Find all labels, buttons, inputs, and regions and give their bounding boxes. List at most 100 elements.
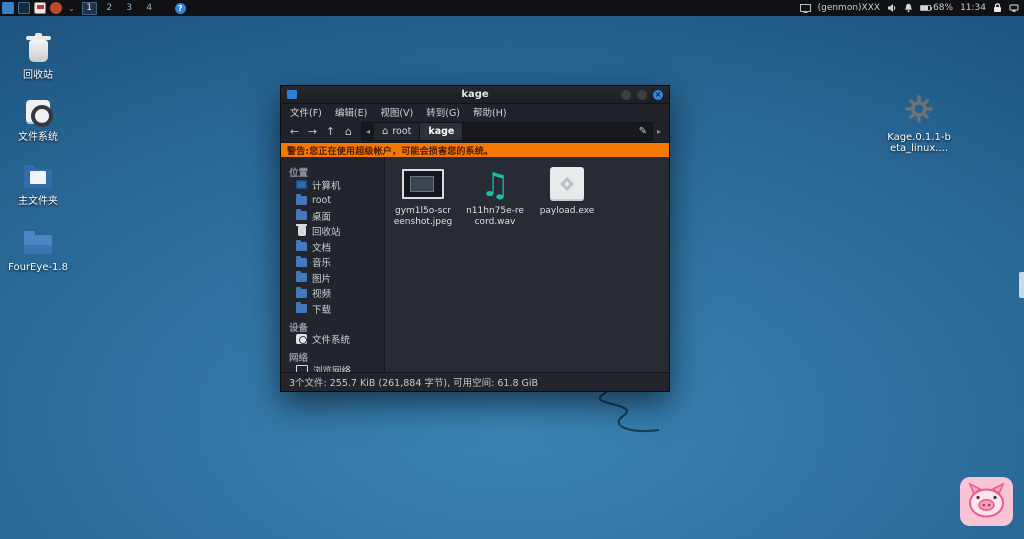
notification-bell-icon[interactable] — [904, 3, 913, 13]
sidebar-item-videos[interactable]: 视频 — [281, 286, 384, 302]
folder-icon — [296, 242, 307, 251]
clock[interactable]: 11:34 — [960, 3, 986, 13]
sidebar-item-root[interactable]: root — [281, 193, 384, 209]
volume-icon[interactable] — [887, 3, 897, 13]
trash-can-icon — [29, 30, 48, 62]
sidebar-section-network: 网络 — [281, 347, 384, 362]
desktop-icon-trash[interactable]: 回收站 — [5, 30, 71, 81]
sidebar-item-desktop[interactable]: 桌面 — [281, 208, 384, 224]
breadcrumb-overflow-icon[interactable]: ◂ — [362, 127, 374, 136]
sidebar-item-label: 图片 — [312, 271, 331, 285]
maximize-button[interactable] — [637, 90, 647, 100]
menu-file[interactable]: 文件(F) — [290, 105, 322, 119]
panel-launchers: ⌄ 1 2 3 4 ? — [0, 2, 186, 15]
battery-percent: 68% — [933, 3, 953, 13]
file-item-screenshot[interactable]: gym1l5o-screenshot.jpeg — [392, 164, 454, 227]
desktop-icon-foureye[interactable]: FourEye-1.8 — [5, 222, 71, 273]
folder-icon — [24, 222, 52, 254]
edit-path-icon[interactable]: ✎ — [634, 126, 652, 137]
battery-indicator[interactable]: 68% — [920, 3, 953, 13]
close-button[interactable]: × — [653, 90, 663, 100]
lock-icon[interactable] — [993, 3, 1002, 13]
sidebar-item-music[interactable]: 音乐 — [281, 255, 384, 271]
sidebar-item-label: 浏览网络 — [313, 363, 351, 372]
back-button[interactable]: ← — [286, 122, 303, 140]
folder-icon — [296, 304, 307, 313]
sidebar-section-devices: 设备 — [281, 317, 384, 332]
file-name: gym1l5o-screenshot.jpeg — [393, 206, 453, 227]
genmon-label: (genmon)XXX — [818, 3, 880, 13]
path-bar[interactable]: ◂ ⌂ root kage ✎ — [361, 122, 653, 141]
help-icon[interactable]: ? — [175, 3, 186, 14]
folder-icon — [296, 289, 307, 298]
sidebar-item-label: 回收站 — [312, 224, 341, 238]
file-manager-window: kage × 文件(F) 编辑(E) 视图(V) 转到(G) 帮助(H) ← →… — [280, 85, 670, 392]
desktop-icon-label: 回收站 — [23, 70, 53, 81]
file-item-payload[interactable]: payload.exe — [536, 164, 598, 217]
screen-edge-indicator — [1019, 272, 1024, 298]
menu-view[interactable]: 视图(V) — [380, 105, 413, 119]
up-button[interactable]: ↑ — [322, 122, 339, 140]
disk-drive-icon — [26, 92, 50, 124]
desktop-icon-label: Kage.0.1.1-beta_linux.... — [886, 132, 952, 154]
sidebar-item-downloads[interactable]: 下载 — [281, 301, 384, 317]
home-button[interactable]: ⌂ — [340, 122, 357, 140]
sidebar-item-trash[interactable]: 回收站 — [281, 224, 384, 240]
minimize-button[interactable] — [621, 90, 631, 100]
desktop-icon-label: 主文件夹 — [18, 196, 58, 207]
sidebar-item-filesystem[interactable]: 文件系统 — [281, 332, 384, 348]
network-icon[interactable] — [1009, 4, 1019, 13]
file-name: n11hn75e-record.wav — [465, 206, 525, 227]
file-item-record[interactable]: ♫ n11hn75e-record.wav — [464, 164, 526, 227]
app-launcher-browser-icon[interactable] — [50, 2, 62, 14]
forward-button[interactable]: → — [304, 122, 321, 140]
desktop-icon-filesystem[interactable]: 文件系统 — [5, 92, 71, 143]
sidebar-item-computer[interactable]: 计算机 — [281, 177, 384, 193]
sidebar-item-pictures[interactable]: 图片 — [281, 270, 384, 286]
genmon-monitor-icon — [800, 4, 811, 13]
sidebar-item-label: 视频 — [312, 286, 331, 300]
menu-go[interactable]: 转到(G) — [426, 105, 460, 119]
places-sidebar: 位置 计算机 root 桌面 回收站 文档 音乐 图片 视频 下载 设备 文件系… — [281, 157, 385, 372]
gear-icon — [904, 92, 934, 124]
folder-icon — [296, 211, 307, 220]
sidebar-item-documents[interactable]: 文档 — [281, 239, 384, 255]
status-text: 3个文件: 255.7 KiB (261,884 字节), 可用空间: 61.8… — [289, 375, 538, 389]
app-launcher-files-icon[interactable] — [2, 2, 14, 14]
sidebar-item-label: 下载 — [312, 302, 331, 316]
file-name: payload.exe — [540, 206, 595, 217]
window-app-icon — [287, 90, 297, 99]
status-bar: 3个文件: 255.7 KiB (261,884 字节), 可用空间: 61.8… — [281, 372, 669, 391]
sidebar-item-label: 桌面 — [312, 209, 331, 223]
sidebar-item-label: 文档 — [312, 240, 331, 254]
window-title: kage — [281, 89, 669, 100]
sidebar-item-label: 文件系统 — [312, 332, 350, 346]
network-icon — [296, 365, 308, 372]
superuser-warning-banner: 警告:您正在使用超级帐户，可能会损害您的系统。 — [281, 143, 669, 157]
launcher-dropdown-caret-icon[interactable]: ⌄ — [66, 4, 77, 13]
toolbar: ← → ↑ ⌂ ◂ ⌂ root kage ✎ ▸ — [281, 120, 669, 143]
breadcrumb-root[interactable]: ⌂ root — [374, 123, 420, 140]
sidebar-item-label: root — [312, 195, 331, 206]
desktop-icon-kage[interactable]: Kage.0.1.1-beta_linux.... — [886, 92, 952, 154]
file-list-area[interactable]: gym1l5o-screenshot.jpeg ♫ n11hn75e-recor… — [385, 157, 669, 372]
breadcrumb-root-label: root — [392, 126, 411, 137]
workspace-button-3[interactable]: 3 — [122, 2, 137, 15]
menu-help[interactable]: 帮助(H) — [473, 105, 507, 119]
desktop-icon-home[interactable]: 主文件夹 — [5, 156, 71, 207]
folder-icon — [296, 258, 307, 267]
app-launcher-editor-icon[interactable] — [34, 2, 46, 14]
breadcrumb-next-icon[interactable]: ▸ — [654, 127, 664, 136]
breadcrumb-current[interactable]: kage — [420, 123, 463, 140]
sidebar-item-label: 计算机 — [312, 178, 341, 192]
home-folder-icon — [24, 156, 52, 188]
workspace-button-2[interactable]: 2 — [102, 2, 117, 15]
workspace-button-4[interactable]: 4 — [142, 2, 157, 15]
app-launcher-terminal-icon[interactable] — [18, 2, 30, 14]
folder-icon — [296, 196, 307, 205]
workspace-button-1[interactable]: 1 — [82, 2, 97, 15]
drive-icon — [296, 334, 307, 344]
window-titlebar[interactable]: kage × — [281, 86, 669, 104]
menu-edit[interactable]: 编辑(E) — [335, 105, 367, 119]
folder-icon — [296, 273, 307, 282]
